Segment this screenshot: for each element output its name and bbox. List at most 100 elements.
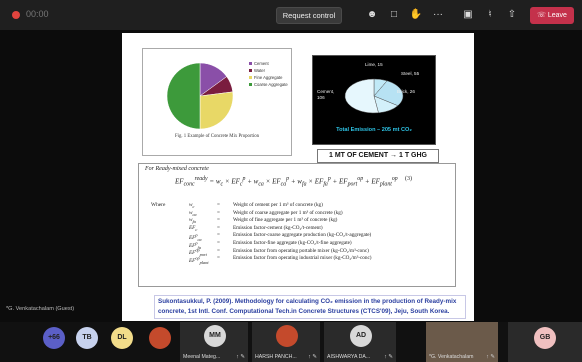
camera-icon[interactable]: ▣ — [460, 7, 476, 23]
emission-slice-cement — [344, 78, 379, 114]
legend-swatch — [249, 69, 252, 72]
equals-sign: = — [217, 247, 220, 254]
citation: Sukontasukkul, P. (2009). Methodology fo… — [154, 295, 466, 319]
mic-icon[interactable]: ♮ — [482, 7, 498, 23]
emission-label-brick: Brick, 26 — [397, 89, 415, 94]
participant-avatar[interactable]: TB — [76, 327, 98, 349]
variable-definition: Emission factor-fine aggregate (kg-CO₂/t… — [233, 239, 352, 246]
meeting-timer: 00:00 — [26, 9, 49, 19]
variable-row: EFopplant = Emission factor from operating… — [189, 255, 372, 265]
participant-overflow[interactable]: +66 — [43, 327, 65, 349]
equals-sign: = — [217, 217, 220, 224]
emission-label-steel: Steel, 55 — [401, 71, 420, 76]
participant-initials: MM — [209, 332, 221, 339]
participant-initials: DL — [117, 334, 127, 341]
legend-swatch — [249, 83, 252, 86]
legend-label: Cement — [254, 61, 269, 66]
equals-sign: = — [217, 255, 220, 262]
tile-status-icons: ↑ ✎ — [486, 354, 495, 360]
participant-avatar: GB — [534, 327, 556, 349]
meeting-toolbar: 00:00 Request control ☻ □ ✋ ··· ▣ ♮ ⇧ ☏ … — [0, 0, 582, 30]
share-icon[interactable]: ⇧ — [504, 7, 520, 23]
leave-label: Leave — [547, 12, 567, 19]
variable-symbol: EFpfa — [189, 239, 201, 250]
variable-row: wfa = Weight of fine aggregate per 1 m³ of… — [189, 217, 372, 225]
participant-strip: +66 TB DL MM Meenal Mateg... ↑ ✎ HARSH P… — [0, 322, 582, 362]
shared-screen: Cement Water Fine Aggregate Coarse Aggregat… — [0, 30, 582, 322]
equals-sign: = — [217, 239, 220, 246]
participant-video-tile[interactable]: *G. Venkatachalam ↑ ✎ — [426, 322, 498, 362]
legend-label: Water — [254, 68, 266, 73]
emission-chart: Lime, 15 Steel, 55 Brick, 26 Cement, 106… — [312, 55, 436, 145]
tile-status-icons: ↑ ✎ — [384, 354, 393, 360]
legend-item: Fine Aggregate — [249, 75, 288, 80]
participant-name: Meenal Mateg... — [183, 354, 221, 360]
variable-row: EFpca = Emission factor-coarse aggregate p… — [189, 232, 372, 243]
participant-tile[interactable]: AD AISHWARYA DA... ↑ ✎ — [324, 322, 396, 362]
participant-name: AISHWARYA DA... — [327, 354, 371, 360]
variable-symbol: EFopplant — [189, 255, 209, 265]
where-label: Where — [151, 202, 166, 208]
presentation-slide: Cement Water Fine Aggregate Coarse Aggregat… — [122, 33, 474, 321]
variable-list: wc = Weight of cement per 1 m³ of concrete… — [189, 202, 372, 265]
phone-icon: ☏ — [537, 12, 548, 19]
mix-proportion-chart: Cement Water Fine Aggregate Coarse Aggregat… — [142, 48, 292, 156]
participant-name: HARSH PANCH... — [255, 354, 297, 360]
variable-symbol: EFopport — [189, 247, 207, 258]
legend-item: Coarse Aggregate — [249, 82, 288, 87]
mix-proportion-pie — [166, 62, 234, 130]
participant-tile[interactable]: MM Meenal Mateg... ↑ ✎ — [180, 322, 248, 362]
participant-initials: GB — [539, 334, 551, 341]
legend-item: Cement — [249, 61, 288, 66]
legend-swatch — [249, 62, 252, 65]
participant-tile[interactable]: HARSH PANCH... ↑ ✎ — [252, 322, 320, 362]
participant-initials: TB — [82, 334, 92, 341]
formula-panel: For Ready-mixed concrete EFconcready = w… — [138, 163, 456, 287]
equation-number: (3) — [405, 176, 412, 182]
tile-status-icons: ↑ ✎ — [308, 354, 317, 360]
variable-definition: Emission factor-coarse aggregate product… — [233, 232, 372, 239]
equals-sign: = — [217, 209, 220, 216]
variable-definition: Emission factor from operating industria… — [233, 255, 372, 262]
emission-total: Total Emission – 205 mt CO₂ — [336, 127, 412, 133]
request-control-button[interactable]: Request control — [276, 7, 342, 24]
variable-symbol: wca — [189, 209, 197, 217]
participant-photo-avatar[interactable] — [149, 327, 171, 349]
emission-pie — [344, 78, 404, 114]
chat-icon[interactable]: □ — [386, 7, 402, 23]
ghg-banner: 1 MT OF CEMENT → 1 T GHG — [317, 149, 439, 163]
variable-symbol: wfa — [189, 217, 196, 225]
participant-avatar[interactable]: DL — [111, 327, 133, 349]
participant-avatar: AD — [350, 325, 372, 347]
leave-button[interactable]: ☏ Leave — [530, 7, 574, 24]
people-icon[interactable]: ☻ — [364, 7, 380, 23]
tile-status-icons: ↑ ✎ — [236, 354, 245, 360]
legend-swatch — [249, 76, 252, 79]
variable-row: EFpfa = Emission factor-fine aggregate (kg… — [189, 239, 372, 250]
variable-row: wc = Weight of cement per 1 m³ of concrete… — [189, 202, 372, 210]
equation: EFconcready = wc × EFcp + wca × EFcap + … — [175, 176, 398, 188]
equals-sign: = — [217, 232, 220, 239]
recording-icon — [12, 11, 20, 19]
legend-item: Water — [249, 68, 288, 73]
participant-count: +66 — [48, 334, 60, 341]
variable-symbol: wc — [189, 202, 195, 210]
mix-slice-coarse-aggregate — [166, 62, 201, 130]
variable-definition: Weight of fine aggregate per 1 m³ of con… — [233, 217, 338, 224]
variable-symbol: EFpca — [189, 232, 202, 243]
participant-name: *G. Venkatachalam — [429, 354, 474, 360]
reactions-icon[interactable]: ✋ — [408, 7, 424, 23]
equals-sign: = — [217, 202, 220, 208]
variable-definition: Weight of cement per 1 m³ of concrete (k… — [233, 202, 323, 208]
mix-slice-fine-aggregate — [199, 91, 234, 130]
more-icon[interactable]: ··· — [430, 7, 446, 23]
participant-avatar: MM — [204, 325, 226, 347]
emission-label-lime: Lime, 15 — [365, 62, 383, 67]
participant-tile[interactable]: GB — [508, 322, 582, 362]
equals-sign: = — [217, 224, 220, 231]
participant-photo-avatar — [276, 325, 298, 347]
pie-caption: Fig. 1 Example of Concrete Mix Proportio… — [174, 134, 260, 139]
mix-proportion-legend: Cement Water Fine Aggregate Coarse Aggregat… — [249, 61, 288, 89]
emission-label-cement: Cement, 106 — [317, 89, 335, 100]
presenter-name: *G. Venkatachalam (Guest) — [6, 306, 75, 312]
